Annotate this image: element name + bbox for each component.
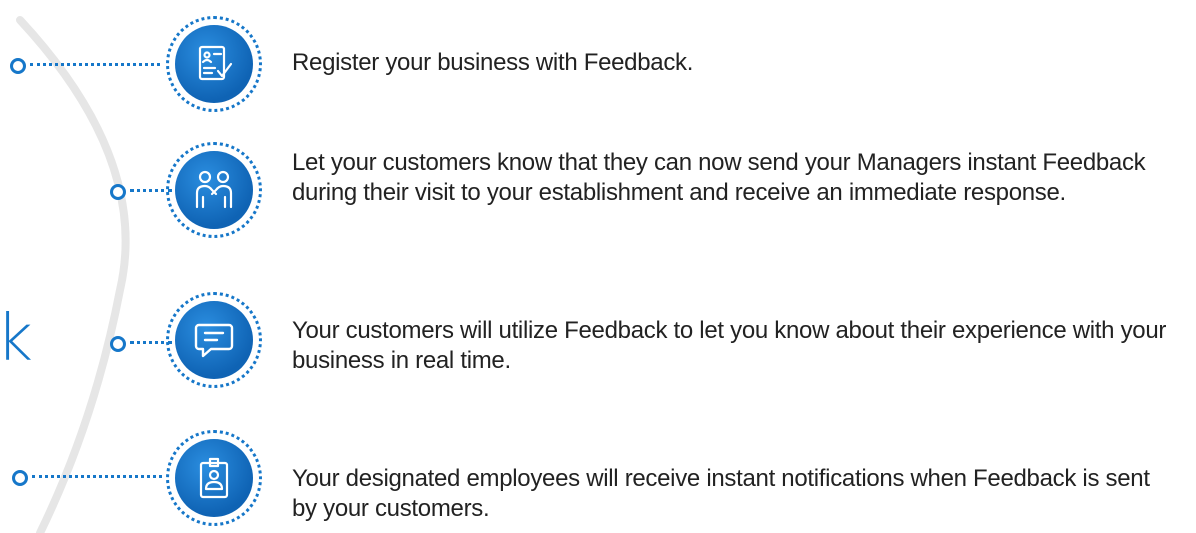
- cropped-letter-arc: [0, 150, 8, 230]
- step-1-node: [10, 58, 26, 74]
- document-check-icon: [198, 45, 233, 81]
- chat-bubble-icon: [194, 323, 234, 358]
- step-2-text: Let your customers know that they can no…: [292, 149, 1146, 206]
- step-3-text: Your customers will utilize Feedback to …: [292, 317, 1167, 374]
- cropped-letter-k: k: [0, 302, 34, 376]
- step-2-node: [110, 184, 126, 200]
- step-3-icon-badge: [166, 292, 262, 388]
- id-badge-icon: [199, 457, 229, 499]
- step-4-connector: [32, 475, 162, 478]
- step-3-node: [110, 336, 126, 352]
- step-4-icon-badge: [166, 430, 262, 526]
- step-1-text: Register your business with Feedback.: [292, 49, 694, 76]
- step-4-text: Your designated employees will receive i…: [292, 465, 1150, 522]
- handshake-icon: [195, 170, 233, 209]
- feedback-steps-graphic: k Register your business with Feedback.: [0, 0, 1196, 533]
- step-2-icon-badge: [166, 142, 262, 238]
- step-1-connector: [30, 63, 160, 66]
- step-4-node: [12, 470, 28, 486]
- step-1-icon-badge: [166, 16, 262, 112]
